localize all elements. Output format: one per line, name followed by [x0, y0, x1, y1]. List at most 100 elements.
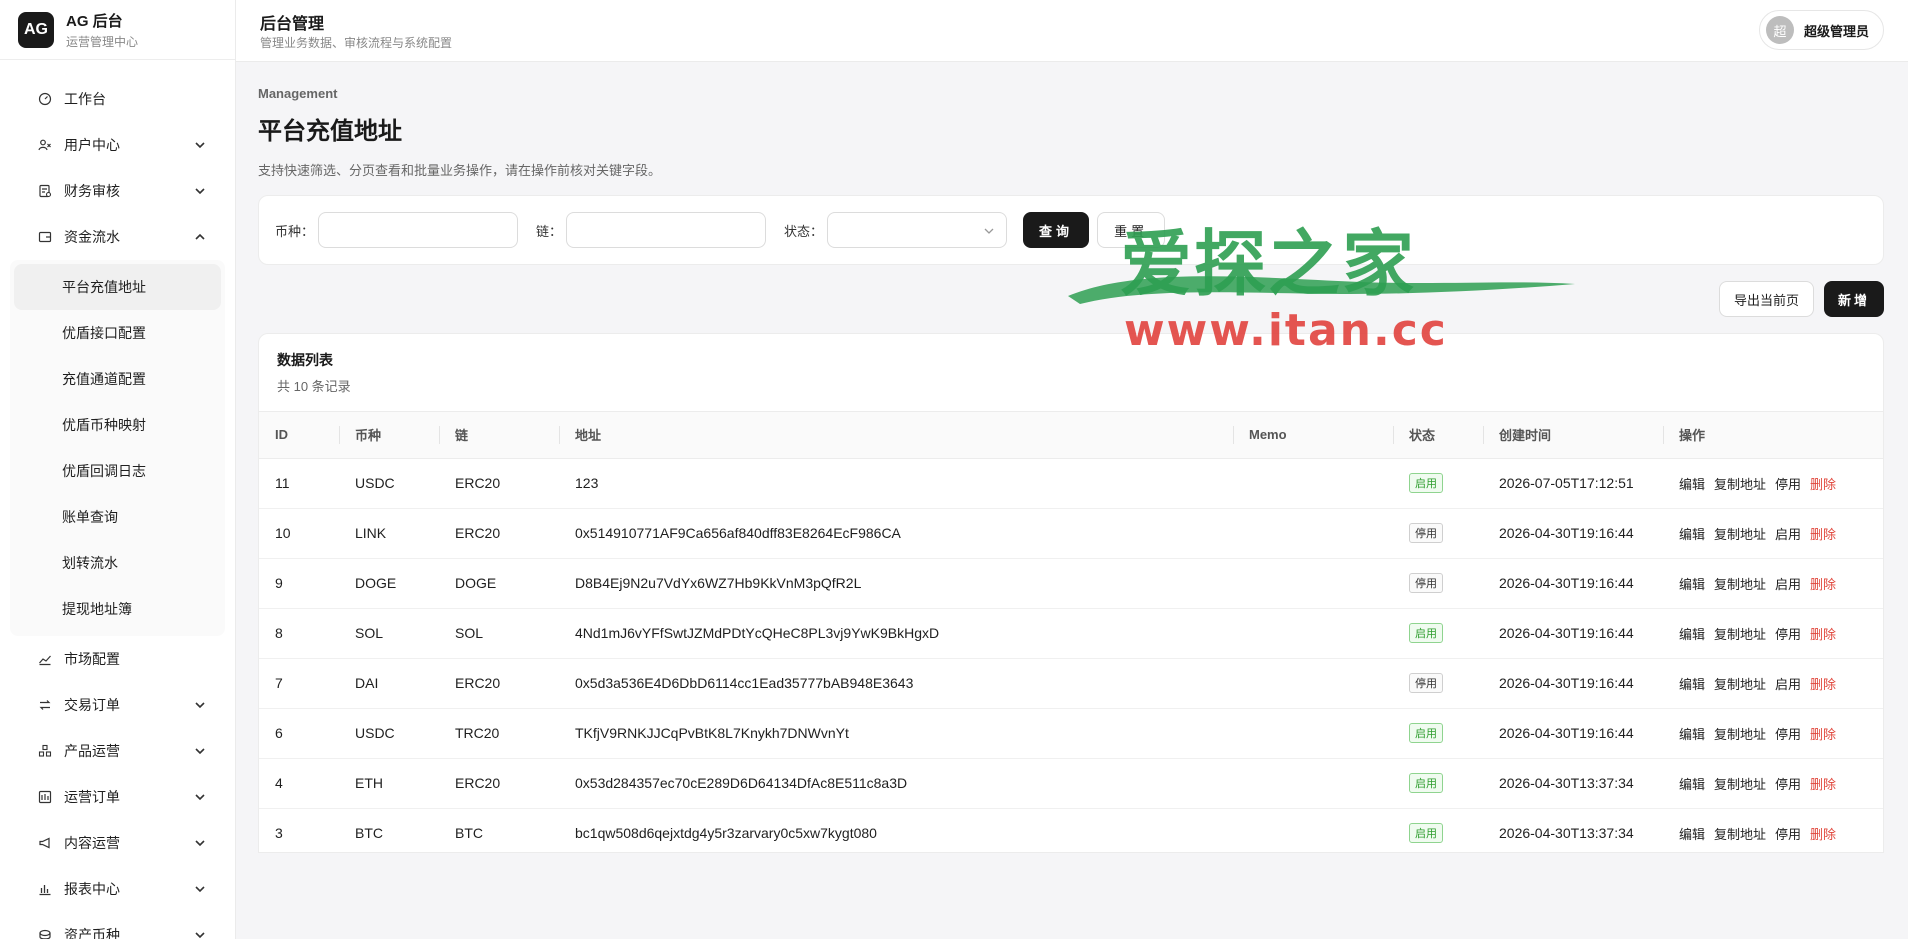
chevron-down-icon	[195, 748, 205, 755]
copy-address-link[interactable]: 复制地址	[1714, 527, 1766, 542]
cell-status: 启用	[1393, 458, 1483, 508]
cell-status: 停用	[1393, 508, 1483, 558]
status-badge: 停用	[1409, 523, 1443, 543]
reset-button[interactable]: 重置	[1097, 212, 1166, 248]
sidebar-item-7[interactable]: 运营订单	[0, 774, 235, 820]
sidebar-item-label: 用户中心	[64, 137, 120, 153]
toggle-status-link[interactable]: 停用	[1775, 727, 1801, 742]
cell-coin: DAI	[355, 675, 379, 691]
cell-memo	[1233, 708, 1393, 758]
edit-link[interactable]: 编辑	[1679, 777, 1705, 792]
toggle-status-link[interactable]: 停用	[1775, 777, 1801, 792]
sidebar-item-6[interactable]: 产品运营	[0, 728, 235, 774]
copy-address-link[interactable]: 复制地址	[1714, 577, 1766, 592]
copy-address-link[interactable]: 复制地址	[1714, 627, 1766, 642]
copy-address-link[interactable]: 复制地址	[1714, 477, 1766, 492]
cell-coin: LINK	[355, 525, 387, 541]
chevron-down-icon	[195, 142, 205, 149]
sidebar-item-0[interactable]: 工作台	[0, 76, 235, 122]
page-title: 平台充值地址	[258, 118, 402, 145]
edit-link[interactable]: 编辑	[1679, 577, 1705, 592]
toggle-status-link[interactable]: 停用	[1775, 627, 1801, 642]
delete-link[interactable]: 删除	[1810, 527, 1836, 542]
toggle-status-link[interactable]: 启用	[1775, 677, 1801, 692]
cell-address: bc1qw508d6qejxtdg4y5r3zarvary0c5xw7kygt0…	[575, 825, 877, 841]
cell-coin: BTC	[355, 825, 383, 841]
cell-chain: ERC20	[455, 675, 501, 691]
sidebar-subitem-6[interactable]: 划转流水	[14, 540, 221, 586]
sidebar-item-8[interactable]: 内容运营	[0, 820, 235, 866]
sidebar-item-4[interactable]: 市场配置	[0, 636, 235, 682]
column-header: Memo	[1233, 412, 1393, 459]
column-header: 创建时间	[1483, 412, 1663, 459]
chain-filter-input[interactable]	[566, 212, 767, 248]
sidebar-item-9[interactable]: 报表中心	[0, 866, 235, 912]
sidebar-subitem-0[interactable]: 平台充值地址	[14, 264, 221, 310]
table-body: 11 USDC ERC20 123 启用 2026-07-05T17:12:51 编辑 复制地…	[259, 458, 1883, 852]
edit-link[interactable]: 编辑	[1679, 677, 1705, 692]
toggle-status-link[interactable]: 启用	[1775, 527, 1801, 542]
delete-link[interactable]: 删除	[1810, 477, 1836, 492]
cell-actions: 编辑 复制地址 启用 删除	[1663, 558, 1883, 608]
sidebar-subitem-5[interactable]: 账单查询	[14, 494, 221, 540]
cell-coin: DOGE	[355, 575, 397, 591]
delete-link[interactable]: 删除	[1810, 727, 1836, 742]
delete-link[interactable]: 删除	[1810, 627, 1836, 642]
cell-status: 启用	[1393, 708, 1483, 758]
delete-link[interactable]: 删除	[1810, 577, 1836, 592]
cell-created: 2026-07-05T17:12:51	[1499, 475, 1634, 491]
user-name: 超级管理员	[1803, 23, 1869, 39]
export-page-button[interactable]: 导出当前页	[1718, 281, 1814, 317]
sidebar-subitem-4[interactable]: 优盾回调日志	[14, 448, 221, 494]
brand[interactable]: AG AG 后台 运营管理中心	[0, 0, 235, 60]
table-row: 8 SOL SOL 4Nd1mJ6vYFfSwtJZMdPDtYcQHeC8PL3vj…	[259, 608, 1883, 658]
edit-link[interactable]: 编辑	[1679, 827, 1705, 842]
cell-memo	[1233, 558, 1393, 608]
sidebar-subitem-1[interactable]: 优盾接口配置	[14, 310, 221, 356]
cell-created: 2026-04-30T19:16:44	[1499, 675, 1634, 691]
sidebar-item-label: 报表中心	[64, 881, 120, 897]
coin-filter-input[interactable]	[318, 212, 519, 248]
edit-link[interactable]: 编辑	[1679, 627, 1705, 642]
edit-link[interactable]: 编辑	[1679, 727, 1705, 742]
topbar: 后台管理 管理业务数据、审核流程与系统配置 超 超级管理员	[236, 0, 1908, 62]
sidebar-subitem-3[interactable]: 优盾币种映射	[14, 402, 221, 448]
sidebar-item-10[interactable]: 资产币种	[0, 912, 235, 939]
sidebar-item-label: 产品运营	[64, 743, 120, 759]
sidebar-subitem-7[interactable]: 提现地址簿	[14, 586, 221, 632]
cell-actions: 编辑 复制地址 停用 删除	[1663, 708, 1883, 758]
status-filter-select[interactable]	[827, 212, 1008, 248]
brand-subtitle: 运营管理中心	[66, 34, 139, 49]
cell-chain: ERC20	[455, 525, 501, 541]
cell-created: 2026-04-30T19:16:44	[1499, 575, 1634, 591]
delete-link[interactable]: 删除	[1810, 677, 1836, 692]
user-menu[interactable]: 超 超级管理员	[1758, 10, 1884, 50]
table-title: 数据列表	[277, 352, 333, 368]
search-button[interactable]: 查询	[1023, 212, 1090, 248]
cell-memo	[1233, 608, 1393, 658]
sidebar-subitem-2[interactable]: 充值通道配置	[14, 356, 221, 402]
edit-link[interactable]: 编辑	[1679, 477, 1705, 492]
megaphone-icon	[38, 836, 52, 850]
sidebar-item-5[interactable]: 交易订单	[0, 682, 235, 728]
table-row: 3 BTC BTC bc1qw508d6qejxtdg4y5r3zarvary0c5x…	[259, 808, 1883, 852]
toggle-status-link[interactable]: 停用	[1775, 827, 1801, 842]
sidebar-item-1[interactable]: 用户中心	[0, 122, 235, 168]
copy-address-link[interactable]: 复制地址	[1714, 827, 1766, 842]
copy-address-link[interactable]: 复制地址	[1714, 727, 1766, 742]
copy-address-link[interactable]: 复制地址	[1714, 677, 1766, 692]
edit-link[interactable]: 编辑	[1679, 527, 1705, 542]
cell-memo	[1233, 458, 1393, 508]
add-new-button[interactable]: 新增	[1823, 281, 1884, 317]
delete-link[interactable]: 删除	[1810, 777, 1836, 792]
toggle-status-link[interactable]: 停用	[1775, 477, 1801, 492]
sidebar-submenu: 平台充值地址 优盾接口配置 充值通道配置 优盾币种映射 优盾回调日志 账单查询 划转流水 提现…	[10, 260, 225, 636]
sidebar-item-2[interactable]: 财务审核	[0, 168, 235, 214]
delete-link[interactable]: 删除	[1810, 827, 1836, 842]
toggle-status-link[interactable]: 启用	[1775, 577, 1801, 592]
cell-actions: 编辑 复制地址 停用 删除	[1663, 608, 1883, 658]
cell-id: 10	[275, 525, 291, 541]
column-header: 操作	[1663, 412, 1883, 459]
copy-address-link[interactable]: 复制地址	[1714, 777, 1766, 792]
sidebar-item-3[interactable]: 资金流水	[0, 214, 235, 260]
